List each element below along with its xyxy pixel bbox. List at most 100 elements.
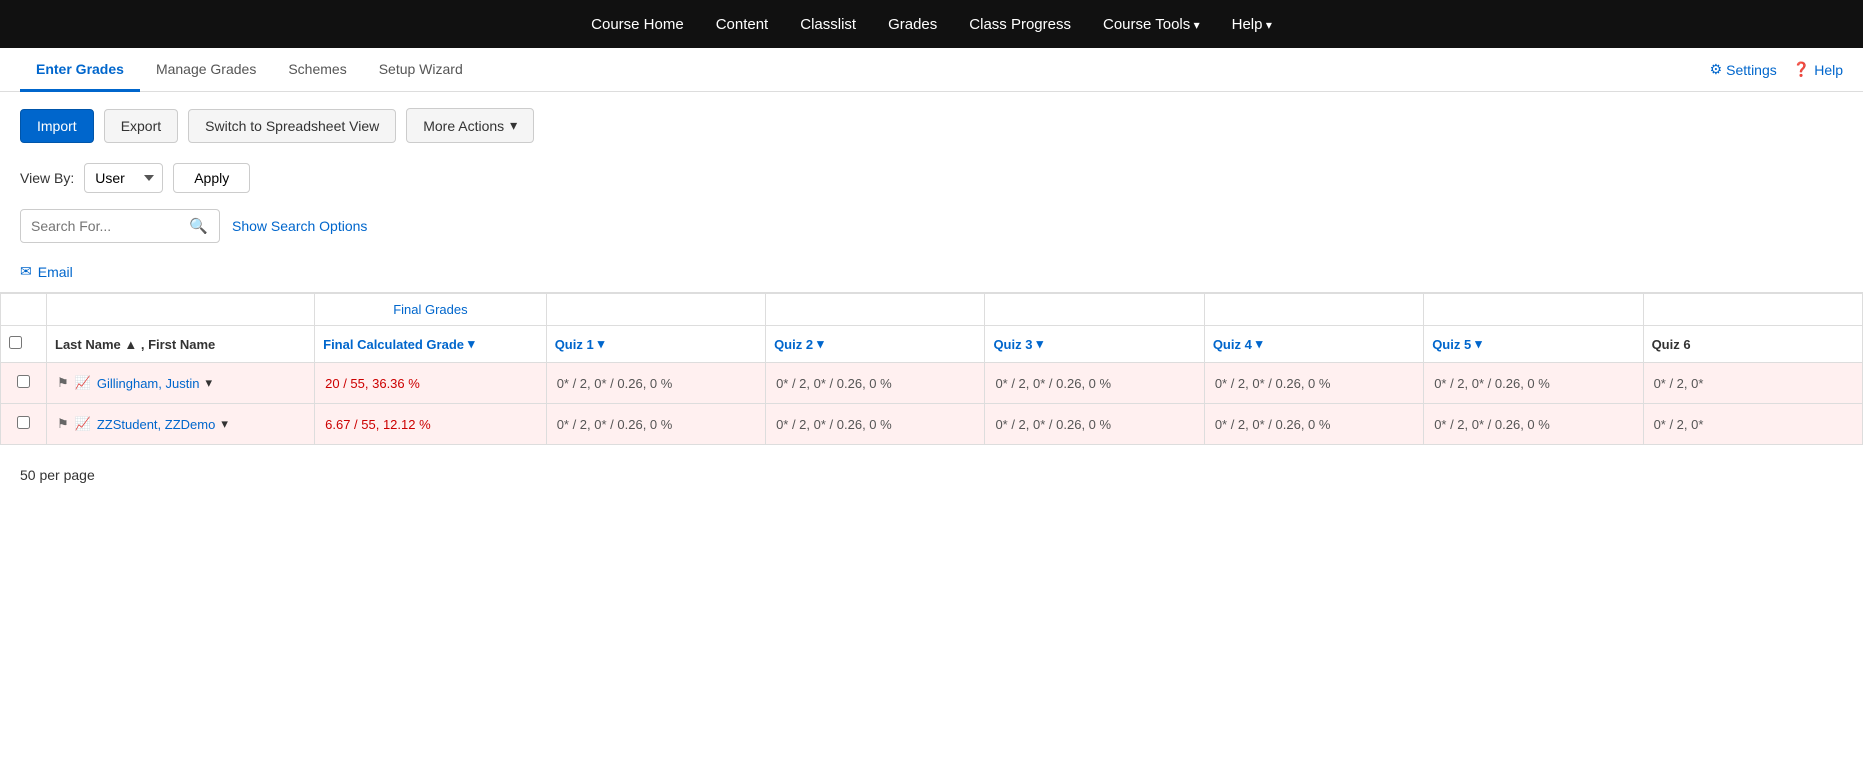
- quiz6-value: 0* / 2, 0*: [1654, 376, 1704, 391]
- grades-table: Final Grades Last Name ▲ , First Name: [0, 293, 1863, 445]
- sort-final-grade-button[interactable]: Final Calculated Grade ▾: [323, 336, 538, 352]
- row-quiz1-cell: 0* / 2, 0* / 0.26, 0 %: [546, 363, 765, 404]
- quiz4-group-header: [1204, 294, 1423, 326]
- quiz4-value: 0* / 2, 0* / 0.26, 0 %: [1215, 417, 1331, 432]
- row-expand-icon[interactable]: ▾: [205, 375, 212, 391]
- help-icon: ❓: [1793, 61, 1810, 78]
- row-quiz5-cell: 0* / 2, 0* / 0.26, 0 %: [1424, 363, 1643, 404]
- header-name-spacer: [47, 294, 315, 326]
- sort-quiz3-chevron-icon: ▾: [1036, 336, 1043, 352]
- quiz2-value: 0* / 2, 0* / 0.26, 0 %: [776, 376, 892, 391]
- flag-icon: ⚑: [57, 416, 69, 432]
- select-all-checkbox[interactable]: [9, 336, 22, 349]
- sort-quiz2-button[interactable]: Quiz 2 ▾: [774, 336, 976, 352]
- per-page-label: 50 per page: [20, 467, 95, 483]
- sort-quiz5-button[interactable]: Quiz 5 ▾: [1432, 336, 1634, 352]
- tab-schemes[interactable]: Schemes: [272, 49, 362, 92]
- row-final-grade-cell: 20 / 55, 36.36 %: [315, 363, 547, 404]
- table-row: ⚑ 📈 Gillingham, Justin ▾ 20 / 55, 36.36 …: [1, 363, 1863, 404]
- nav-class-progress[interactable]: Class Progress: [969, 16, 1071, 33]
- apply-button[interactable]: Apply: [173, 163, 250, 193]
- nav-grades[interactable]: Grades: [888, 16, 937, 33]
- top-nav: Course Home Content Classlist Grades Cla…: [0, 0, 1863, 48]
- row-quiz2-cell: 0* / 2, 0* / 0.26, 0 %: [766, 404, 985, 445]
- row-name-cell: ⚑ 📈 Gillingham, Justin ▾: [47, 363, 315, 404]
- trend-icon: 📈: [75, 416, 91, 432]
- row-checkbox-cell: [1, 363, 47, 404]
- row-checkbox-cell: [1, 404, 47, 445]
- header-check-spacer: [1, 294, 47, 326]
- quiz6-value: 0* / 2, 0*: [1654, 417, 1704, 432]
- search-input[interactable]: [21, 211, 181, 241]
- gear-icon: ⚙: [1710, 61, 1723, 78]
- quiz5-value: 0* / 2, 0* / 0.26, 0 %: [1434, 417, 1550, 432]
- tab-manage-grades[interactable]: Manage Grades: [140, 49, 272, 92]
- view-by-row: View By: User Group Apply: [0, 159, 1863, 205]
- tab-enter-grades[interactable]: Enter Grades: [20, 49, 140, 92]
- quiz4-value: 0* / 2, 0* / 0.26, 0 %: [1215, 376, 1331, 391]
- chevron-down-icon: ▾: [510, 117, 517, 134]
- show-search-options-link[interactable]: Show Search Options: [232, 218, 367, 234]
- row-quiz5-cell: 0* / 2, 0* / 0.26, 0 %: [1424, 404, 1643, 445]
- sort-quiz3-button[interactable]: Quiz 3 ▾: [993, 336, 1195, 352]
- table-header-cols: Last Name ▲ , First Name Final Calculate…: [1, 326, 1863, 363]
- search-button[interactable]: 🔍: [181, 210, 216, 242]
- sort-quiz4-button[interactable]: Quiz 4 ▾: [1213, 336, 1415, 352]
- row-final-grade-cell: 6.67 / 55, 12.12 %: [315, 404, 547, 445]
- nav-course-home[interactable]: Course Home: [591, 16, 684, 33]
- row-quiz3-cell: 0* / 2, 0* / 0.26, 0 %: [985, 404, 1204, 445]
- table-row: ⚑ 📈 ZZStudent, ZZDemo ▾ 6.67 / 55, 12.12…: [1, 404, 1863, 445]
- more-actions-button[interactable]: More Actions ▾: [406, 108, 534, 143]
- final-grade-value: 6.67 / 55, 12.12 %: [325, 417, 431, 432]
- row-quiz4-cell: 0* / 2, 0* / 0.26, 0 %: [1204, 363, 1423, 404]
- row-name-cell: ⚑ 📈 ZZStudent, ZZDemo ▾: [47, 404, 315, 445]
- header-checkbox-col: [1, 326, 47, 363]
- view-by-select[interactable]: User Group: [84, 163, 163, 193]
- row-quiz1-cell: 0* / 2, 0* / 0.26, 0 %: [546, 404, 765, 445]
- flag-icon: ⚑: [57, 375, 69, 391]
- header-quiz2-col: Quiz 2 ▾: [766, 326, 985, 363]
- sort-quiz5-chevron-icon: ▾: [1475, 336, 1482, 352]
- quiz3-group-header: [985, 294, 1204, 326]
- sort-name-button[interactable]: Last Name ▲ , First Name: [55, 337, 306, 352]
- header-quiz3-col: Quiz 3 ▾: [985, 326, 1204, 363]
- nav-content[interactable]: Content: [716, 16, 769, 33]
- nav-help[interactable]: Help: [1232, 16, 1272, 33]
- student-name-link[interactable]: Gillingham, Justin: [97, 376, 200, 391]
- quiz1-value: 0* / 2, 0* / 0.26, 0 %: [557, 417, 673, 432]
- help-link[interactable]: ❓ Help: [1793, 61, 1843, 78]
- quiz3-value: 0* / 2, 0* / 0.26, 0 %: [995, 376, 1111, 391]
- nav-course-tools[interactable]: Course Tools: [1103, 16, 1200, 33]
- sort-quiz1-chevron-icon: ▾: [598, 336, 605, 352]
- row-quiz2-cell: 0* / 2, 0* / 0.26, 0 %: [766, 363, 985, 404]
- header-right-actions: ⚙ Settings ❓ Help: [1710, 61, 1843, 78]
- header-quiz4-col: Quiz 4 ▾: [1204, 326, 1423, 363]
- student-name-link[interactable]: ZZStudent, ZZDemo: [97, 417, 215, 432]
- final-grades-group-header: Final Grades: [315, 294, 547, 326]
- view-by-label: View By:: [20, 170, 74, 186]
- header-quiz6-col: Quiz 6: [1643, 326, 1862, 363]
- quiz2-group-header: [766, 294, 985, 326]
- row-checkbox-0[interactable]: [17, 375, 30, 388]
- toolbar: Import Export Switch to Spreadsheet View…: [0, 92, 1863, 159]
- row-quiz4-cell: 0* / 2, 0* / 0.26, 0 %: [1204, 404, 1423, 445]
- row-quiz3-cell: 0* / 2, 0* / 0.26, 0 %: [985, 363, 1204, 404]
- quiz5-value: 0* / 2, 0* / 0.26, 0 %: [1434, 376, 1550, 391]
- sub-tabs: Enter Grades Manage Grades Schemes Setup…: [0, 48, 1863, 92]
- table-footer: 50 per page: [0, 455, 1863, 495]
- nav-classlist[interactable]: Classlist: [800, 16, 856, 33]
- export-button[interactable]: Export: [104, 109, 178, 143]
- search-box: 🔍: [20, 209, 220, 243]
- sort-quiz1-button[interactable]: Quiz 1 ▾: [555, 336, 757, 352]
- import-button[interactable]: Import: [20, 109, 94, 143]
- header-quiz1-col: Quiz 1 ▾: [546, 326, 765, 363]
- row-expand-icon[interactable]: ▾: [221, 416, 228, 432]
- tab-setup-wizard[interactable]: Setup Wizard: [363, 49, 479, 92]
- switch-spreadsheet-button[interactable]: Switch to Spreadsheet View: [188, 109, 396, 143]
- quiz3-value: 0* / 2, 0* / 0.26, 0 %: [995, 417, 1111, 432]
- quiz5-group-header: [1424, 294, 1643, 326]
- email-link[interactable]: ✉ Email: [20, 263, 1843, 280]
- row-checkbox-1[interactable]: [17, 416, 30, 429]
- settings-link[interactable]: ⚙ Settings: [1710, 61, 1777, 78]
- table-header-group: Final Grades: [1, 294, 1863, 326]
